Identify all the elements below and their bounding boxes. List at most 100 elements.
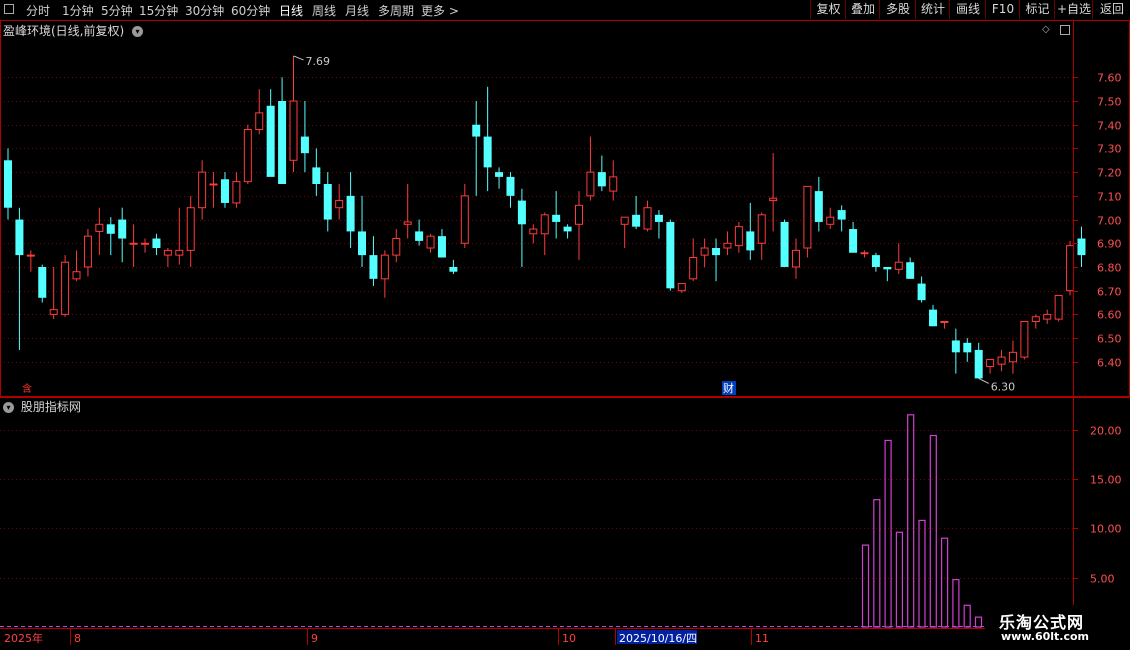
candle-body [460, 195, 469, 244]
x-axis-label: 2025年 [4, 631, 43, 645]
candle-body [552, 214, 561, 222]
candle-body [49, 309, 58, 315]
indicator-tick-label: 15.00 [1090, 474, 1122, 487]
price-tick-label: 6.80 [1097, 262, 1122, 275]
indicator-bar [861, 544, 870, 628]
candle-body [929, 309, 938, 327]
candle-body [529, 228, 538, 235]
candle-body [141, 242, 150, 245]
high-annotation-arrow [293, 55, 304, 61]
candle-body [883, 266, 892, 270]
indicator-bar [884, 439, 892, 628]
candle-body [106, 224, 115, 234]
candle-body [198, 171, 207, 209]
price-tick-label: 7.30 [1097, 143, 1122, 156]
indicator-bar [895, 531, 904, 628]
candle-body [746, 231, 755, 251]
indicator-tick-label: 10.00 [1090, 523, 1122, 536]
candle-body [1020, 321, 1029, 358]
candle-body [826, 216, 835, 225]
candle-body [449, 266, 458, 272]
candle-body [906, 262, 915, 279]
candle-body [1031, 316, 1040, 323]
candle-body [734, 226, 743, 247]
candle-body [403, 221, 412, 225]
candle-body [1066, 245, 1075, 292]
candle-body [951, 340, 960, 353]
candle-body [220, 179, 229, 203]
indicator-bar [940, 537, 949, 628]
candle-body [186, 207, 195, 251]
candle-body [780, 221, 789, 267]
candle-body [175, 249, 184, 256]
candle-body [974, 349, 983, 379]
candle-body [837, 210, 846, 220]
candle-body [597, 172, 606, 187]
indicator-tick-label: 5.00 [1090, 573, 1115, 586]
candle-body [791, 249, 800, 268]
price-tick-label: 7.40 [1097, 120, 1122, 133]
candle-body [769, 197, 778, 202]
fin-marker: 财 [723, 381, 734, 395]
candle-body [1054, 294, 1063, 320]
candle-body [632, 214, 641, 227]
chart-area[interactable]: 7.60 7.50 7.40 7.30 7.20 7.10 7.00 6.90 6.80 6.70… [0, 0, 1130, 650]
candle-body [677, 283, 686, 292]
candle-body [415, 231, 424, 241]
candle-body [563, 226, 572, 232]
candle-body [15, 219, 24, 256]
indicator-bar [918, 519, 926, 628]
candle-body [472, 124, 481, 137]
candle-body [654, 214, 663, 222]
candle-body [163, 249, 172, 256]
candle-body [700, 247, 709, 256]
price-tick-label: 7.20 [1097, 167, 1122, 180]
x-axis-label: 8 [74, 632, 81, 645]
watermark-logo: 乐淘公式网 www.60lt.com [985, 605, 1130, 650]
candle-body [95, 223, 104, 232]
candle-body [712, 248, 721, 256]
candle-body [689, 256, 698, 280]
price-tick-label: 7.10 [1097, 191, 1122, 204]
candle-body [940, 321, 949, 324]
low-annotation-label: 6.30 [991, 380, 1016, 393]
candle-body [871, 255, 880, 267]
indicator-bar [963, 604, 971, 628]
candle-body [61, 261, 70, 315]
low-annotation-arrow [978, 377, 989, 384]
candle-body [917, 283, 926, 301]
candle-body [243, 128, 252, 183]
indicator-bar [907, 414, 915, 628]
price-tick-label: 6.40 [1097, 357, 1122, 370]
indicator-bar [952, 579, 960, 628]
candle-body [963, 342, 972, 353]
candle-body [666, 221, 675, 289]
candle-body [278, 101, 287, 184]
price-tick-label: 7.60 [1097, 72, 1122, 85]
candle-body [300, 136, 309, 154]
candle-body [1008, 351, 1017, 363]
candle-body [849, 229, 858, 253]
candle-body [643, 207, 652, 230]
candle-body [517, 200, 526, 225]
candle-body [266, 105, 275, 177]
candle-body [506, 176, 515, 196]
candle-body [1077, 238, 1086, 256]
candle-body [83, 235, 92, 268]
candle-body [860, 252, 869, 255]
logo-url: www.60lt.com [1001, 630, 1090, 643]
candle-body [803, 185, 812, 249]
candle-body [380, 254, 389, 280]
candle-body [118, 219, 127, 239]
high-annotation-label: 7.69 [306, 55, 331, 68]
candle-body [620, 216, 629, 225]
candle-body [323, 183, 332, 220]
candle-body [358, 231, 367, 256]
candle-body [392, 238, 401, 256]
candle-body [255, 112, 264, 130]
candle-body [609, 176, 618, 192]
candle-body [129, 242, 138, 245]
price-tick-label: 7.00 [1097, 215, 1122, 228]
candle-body [26, 254, 35, 257]
x-axis-label: 2025/10/16/四 [619, 632, 697, 645]
